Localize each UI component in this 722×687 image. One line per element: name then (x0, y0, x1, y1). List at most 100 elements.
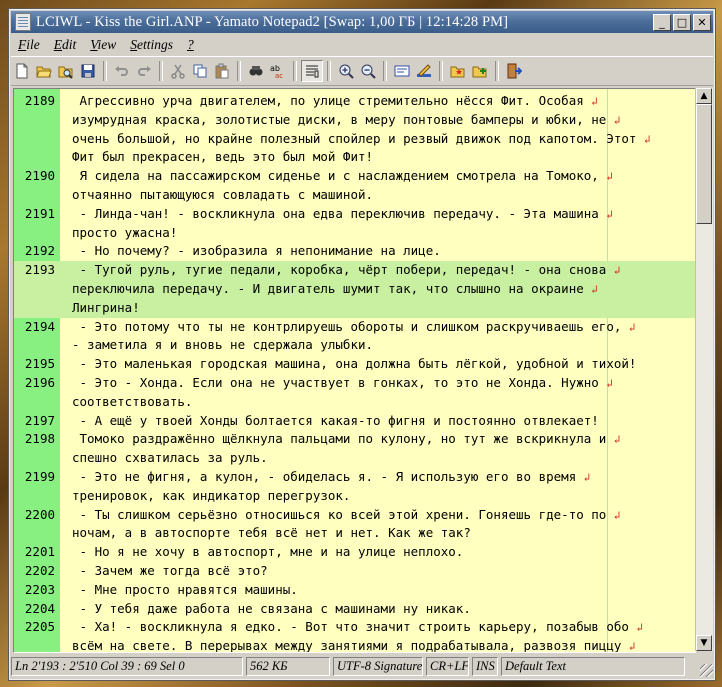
wrap-indicator-icon: ↲ (591, 95, 598, 108)
close-button[interactable]: ✕ (693, 13, 711, 31)
customize-icon[interactable] (413, 60, 435, 82)
cut-icon[interactable] (167, 60, 189, 82)
menu-view[interactable]: View (83, 37, 123, 53)
current-line[interactable]: Лингрина! (14, 298, 695, 318)
text-line[interactable]: 2204 - У тебя даже работа не связана с м… (14, 600, 695, 619)
toolbar-separator (327, 61, 331, 81)
minimize-button[interactable]: _ (653, 13, 671, 31)
scroll-thumb[interactable] (696, 104, 712, 224)
menu-settings-label: ettings (137, 37, 174, 52)
open-icon[interactable] (33, 60, 55, 82)
line-number: 2189 (24, 93, 55, 108)
text-line[interactable]: 2197 - А ещё у твоей Хонды болтается как… (14, 412, 695, 431)
text-line[interactable]: 2202 - Зачем же тогда всё это? (14, 562, 695, 581)
menu-settings[interactable]: Settings (123, 37, 180, 53)
line-text: - Ха! - воскликнула я едко. - Вот что зн… (72, 618, 644, 638)
text-line[interactable]: Фит был прекрасен, ведь это был мой Фит! (14, 148, 695, 167)
browse-icon[interactable] (55, 60, 77, 82)
text-line[interactable]: всём на свете. В перерывах между занятия… (14, 637, 695, 653)
line-content: отчаянно пытающуюся совладать с машиной. (72, 186, 374, 202)
line-text: очень большой, но крайне полезный спойле… (72, 130, 651, 150)
menu-bar: File Edit View Settings ? (11, 35, 713, 55)
status-line-endings[interactable]: CR+LF (426, 657, 469, 676)
scheme-icon[interactable] (391, 60, 413, 82)
copy-icon[interactable] (189, 60, 211, 82)
wrap-indicator-icon: ↲ (613, 508, 621, 522)
status-scheme[interactable]: Default Text (501, 657, 685, 676)
text-line[interactable]: 2203 - Мне просто нравятся машины. (14, 581, 695, 600)
text-line[interactable]: 2194 - Это потому что ты не контрлируешь… (14, 318, 695, 337)
favorites-open-icon[interactable] (447, 60, 469, 82)
wrap-indicator-icon: ↲ (628, 640, 636, 653)
line-number: 2190 (24, 168, 55, 184)
status-encoding[interactable]: UTF-8 Signature (333, 657, 423, 676)
text-line[interactable]: просто ужасна! (14, 224, 695, 243)
text-line[interactable]: отчаянно пытающуюся совладать с машиной. (14, 186, 695, 205)
current-line[interactable]: переключила передачу. - И двигатель шуми… (14, 279, 695, 299)
maximize-button[interactable]: □ (673, 13, 691, 31)
status-insert-mode[interactable]: INS (472, 657, 498, 676)
scroll-down-button[interactable]: ▼ (696, 635, 712, 651)
text-line[interactable]: 2205 - Ха! - воскликнула я едко. - Вот ч… (14, 618, 695, 637)
line-content: - У тебя даже работа не связана с машина… (72, 600, 471, 616)
favorites-add-icon[interactable] (469, 60, 491, 82)
menu-help[interactable]: ? (180, 37, 201, 53)
line-text: Томоко раздражённо щёлкнула пальцами по … (72, 430, 621, 450)
menu-file[interactable]: File (11, 37, 47, 53)
text-line[interactable]: 2201 - Но я не хочу в автоспорт, мне и н… (14, 543, 695, 562)
line-content: Я сидела на пассажирском сиденье и с нас… (72, 168, 599, 184)
line-content: изумрудная краска, золотистые диски, в м… (72, 111, 607, 127)
text-line[interactable]: - заметила я и вновь не сдержала улыбки. (14, 336, 695, 355)
menu-edit[interactable]: Edit (47, 37, 84, 53)
text-line[interactable]: 2200 - Ты слишком серьёзно относишься ко… (14, 506, 695, 525)
undo-icon[interactable] (111, 60, 133, 82)
wrap-indicator-icon: ↲ (606, 170, 613, 184)
text-editor[interactable]: 2189 Агрессивно урча двигателем, по улиц… (13, 88, 696, 653)
text-line[interactable]: 2195 - Это маленькая городская машина, о… (14, 355, 695, 374)
word-wrap-icon[interactable] (301, 60, 323, 82)
line-content: Фит был прекрасен, ведь это был мой Фит! (72, 149, 374, 165)
text-line[interactable]: 2192 - Но почему? - изобразила я непоним… (14, 242, 695, 261)
toolbar-separator (237, 61, 241, 81)
save-icon[interactable] (77, 60, 99, 82)
text-line[interactable]: соответствовать. (14, 393, 695, 412)
toolbar-separator (103, 61, 107, 81)
text-line[interactable]: 2191 - Линда-чан! - воскликнула она едва… (14, 205, 695, 224)
find-icon[interactable] (245, 60, 267, 82)
text-line[interactable]: тренировок, как индикатор перегрузок. (14, 487, 695, 506)
resize-grip[interactable] (700, 664, 713, 677)
replace-icon[interactable]: ab ac (267, 60, 289, 82)
text-line[interactable]: 2199 - Это не фигня, а кулон, - обиделас… (14, 468, 695, 487)
exit-icon[interactable] (503, 60, 525, 82)
line-content: - заметила я и вновь не сдержала улыбки. (72, 337, 374, 353)
line-content: - Это потому что ты не контрлируешь обор… (72, 318, 622, 334)
title-bar[interactable]: LCIWL - Kiss the Girl.ANP - Yamato Notep… (11, 11, 713, 33)
current-line[interactable]: 2193 - Тугой руль, тугие педали, коробка… (14, 261, 695, 280)
new-icon[interactable] (11, 60, 33, 82)
text-line[interactable]: ночам, а в автоспорте тебя всё нет и нет… (14, 524, 695, 543)
line-number: 2191 (24, 205, 55, 221)
line-text: - Это маленькая городская машина, она до… (72, 355, 637, 374)
text-line[interactable]: 2196 - Это - Хонда. Если она не участвуе… (14, 374, 695, 393)
menu-edit-label: dit (62, 37, 77, 52)
line-content: - Линда-чан! - воскликнула она едва пере… (72, 205, 599, 221)
svg-text:ac: ac (275, 72, 283, 79)
text-line[interactable]: очень большой, но крайне полезный спойле… (14, 130, 695, 149)
text-line[interactable]: 2189 Агрессивно урча двигателем, по улиц… (14, 92, 695, 111)
text-line[interactable]: 2190 Я сидела на пассажирском сиденье и … (14, 167, 695, 186)
line-text: соответствовать. (72, 393, 192, 412)
notepad-app-icon[interactable] (15, 13, 31, 31)
line-text: ночам, а в автоспорте тебя всё нет и нет… (72, 524, 471, 543)
redo-icon[interactable] (133, 60, 155, 82)
wrap-indicator-icon: ↲ (613, 113, 621, 127)
text-line[interactable]: спешно схватилась за руль. (14, 449, 695, 468)
paste-icon[interactable] (211, 60, 233, 82)
text-line[interactable]: изумрудная краска, золотистые диски, в м… (14, 111, 695, 130)
text-line[interactable]: 2198 Томоко раздражённо щёлкнула пальцам… (14, 430, 695, 449)
zoom-in-icon[interactable] (335, 60, 357, 82)
line-number: 2193 (24, 262, 55, 278)
zoom-out-icon[interactable] (357, 60, 379, 82)
vertical-scrollbar[interactable]: ▲ ▼ (695, 88, 713, 651)
line-number: 2196 (24, 374, 55, 390)
scroll-up-button[interactable]: ▲ (696, 88, 712, 104)
